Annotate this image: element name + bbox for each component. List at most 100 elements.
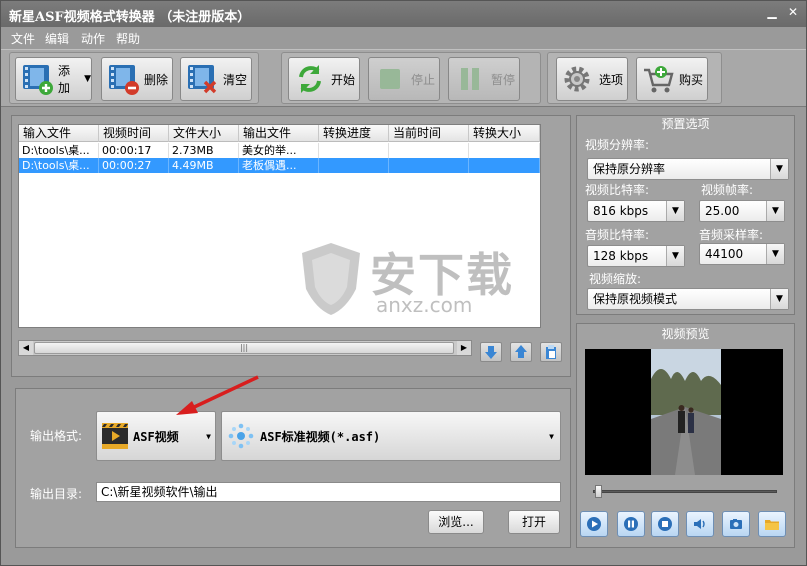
- move-up-button[interactable]: [510, 342, 532, 362]
- progress-cell: [319, 143, 389, 158]
- duration-cell: 00:00:17: [99, 143, 169, 158]
- samplerate-select[interactable]: 44100 ▼: [699, 243, 785, 265]
- video-preview-panel: 视频预览: [576, 323, 795, 548]
- play-button[interactable]: [580, 511, 608, 537]
- arrow-up-icon: [515, 345, 527, 358]
- paste-button[interactable]: [540, 342, 562, 362]
- video-bitrate-select[interactable]: 816 kbps ▼: [587, 200, 685, 222]
- size-cell: 2.73MB: [169, 143, 239, 158]
- folder-icon: [765, 520, 779, 530]
- scale-label: 视频缩放:: [589, 272, 642, 286]
- toolbar: 添加 ▼ 删除 清空 开始 停止 暂停 选项 购买: [1, 49, 806, 107]
- converted-size-cell: [469, 143, 540, 158]
- convert-button-group: 开始 停止 暂停: [281, 52, 541, 104]
- table-row-selected[interactable]: D:\tools\桌... 00:00:27 4.49MB 老板偶遇...: [19, 158, 540, 173]
- camera-icon: [730, 519, 742, 529]
- chevron-down-icon: ▼: [770, 159, 788, 179]
- browse-button[interactable]: 浏览...: [428, 510, 484, 534]
- volume-button[interactable]: [686, 511, 714, 537]
- delete-button[interactable]: 删除: [101, 57, 173, 101]
- options-button-label: 选项: [599, 72, 624, 87]
- input-file-cell: D:\tools\桌...: [19, 158, 99, 173]
- duration-cell: 00:00:27: [99, 158, 169, 173]
- options-button[interactable]: 选项: [556, 57, 628, 101]
- clipboard-icon: [546, 345, 556, 359]
- output-profile-select[interactable]: ASF标准视频(*.asf) ▼: [221, 411, 561, 461]
- scale-select[interactable]: 保持原视频模式 ▼: [587, 288, 789, 310]
- current-time-cell: [389, 143, 469, 158]
- pause-preview-button[interactable]: [617, 511, 645, 537]
- resolution-select[interactable]: 保持原分辨率 ▼: [587, 158, 789, 180]
- output-file-cell: 美女的举...: [239, 143, 319, 158]
- profile-dots-icon: [228, 423, 254, 449]
- stop-preview-button[interactable]: [651, 511, 679, 537]
- speaker-icon: [694, 519, 705, 529]
- open-folder-button[interactable]: [758, 511, 786, 537]
- menu-file[interactable]: 文件: [11, 30, 35, 47]
- table-row[interactable]: D:\tools\桌... 00:00:17 2.73MB 美女的举...: [19, 143, 540, 158]
- stop-button[interactable]: 停止: [368, 57, 440, 101]
- gear-icon: [561, 62, 595, 96]
- output-directory-label: 输出目录:: [30, 487, 83, 501]
- pause-icon: [624, 517, 638, 531]
- add-button[interactable]: 添加 ▼: [15, 57, 92, 101]
- audio-bitrate-value: 128 kbps: [593, 249, 649, 263]
- seek-slider-track[interactable]: [593, 490, 777, 493]
- chevron-down-icon: ▼: [666, 246, 684, 266]
- output-settings-panel: 输出格式: ASF视频 ▼ ASF标准视频(*.asf) ▼ 输出目录: C:\…: [15, 375, 571, 548]
- column-header[interactable]: 当前时间: [389, 125, 469, 142]
- chevron-down-icon: ▼: [766, 244, 784, 264]
- pause-button[interactable]: 暂停: [448, 57, 520, 101]
- scroll-right-icon[interactable]: ▶: [457, 341, 471, 355]
- converted-size-cell: [469, 158, 540, 173]
- film-add-icon: [20, 62, 54, 96]
- start-button-label: 开始: [331, 72, 356, 87]
- video-bitrate-label: 视频比特率:: [585, 183, 650, 197]
- current-time-cell: [389, 158, 469, 173]
- samplerate-value: 44100: [705, 247, 744, 261]
- file-button-group: 添加 ▼ 删除 清空: [9, 52, 259, 104]
- audio-bitrate-label: 音频比特率:: [585, 228, 650, 242]
- menu-help[interactable]: 帮助: [116, 30, 140, 47]
- stop-button-label: 停止: [411, 72, 436, 87]
- minimize-icon[interactable]: ▁: [765, 5, 779, 19]
- output-directory-input[interactable]: C:\新星视频软件\输出: [96, 482, 561, 502]
- output-profile-value: ASF标准视频(*.asf): [260, 429, 381, 444]
- open-button[interactable]: 打开: [508, 510, 560, 534]
- annotation-arrow: [176, 375, 259, 415]
- column-header[interactable]: 视频时间: [99, 125, 169, 142]
- preset-options-panel: 预置选项 视频分辨率: 保持原分辨率 ▼ 视频比特率: 视频帧率: 816 kb…: [576, 115, 795, 315]
- chevron-down-icon: ▼: [770, 289, 788, 309]
- column-header[interactable]: 文件大小: [169, 125, 239, 142]
- size-cell: 4.49MB: [169, 158, 239, 173]
- stop-icon: [658, 517, 672, 531]
- menu-action[interactable]: 动作: [81, 30, 105, 47]
- start-button[interactable]: 开始: [288, 57, 360, 101]
- column-header[interactable]: 转换大小: [469, 125, 540, 142]
- video-bitrate-value: 816 kbps: [593, 204, 649, 218]
- clear-button-label: 清空: [223, 72, 248, 87]
- column-header[interactable]: 输入文件: [19, 125, 99, 142]
- framerate-label: 视频帧率:: [701, 183, 754, 197]
- buy-button[interactable]: 购买: [636, 57, 708, 101]
- scrollbar-thumb[interactable]: |||: [34, 342, 454, 354]
- scroll-left-icon[interactable]: ◀: [19, 341, 33, 355]
- seek-slider-thumb[interactable]: [594, 485, 602, 498]
- video-display: [585, 349, 783, 475]
- clear-button[interactable]: 清空: [180, 57, 252, 101]
- move-down-button[interactable]: [480, 342, 502, 362]
- menu-edit[interactable]: 编辑: [45, 30, 69, 47]
- framerate-value: 25.00: [705, 204, 740, 218]
- framerate-select[interactable]: 25.00 ▼: [699, 200, 785, 222]
- close-icon[interactable]: ✕: [786, 5, 800, 19]
- stop-icon: [373, 62, 407, 96]
- refresh-icon: [293, 62, 327, 96]
- column-header[interactable]: 转换进度: [319, 125, 389, 142]
- file-table[interactable]: 输入文件 视频时间 文件大小 输出文件 转换进度 当前时间 转换大小 D:\to…: [18, 124, 541, 328]
- horizontal-scrollbar[interactable]: ◀ ||| ▶: [18, 340, 472, 356]
- pause-icon: [453, 62, 487, 96]
- column-header[interactable]: 输出文件: [239, 125, 319, 142]
- snapshot-button[interactable]: [722, 511, 750, 537]
- pause-button-label: 暂停: [491, 72, 516, 87]
- audio-bitrate-select[interactable]: 128 kbps ▼: [587, 245, 685, 267]
